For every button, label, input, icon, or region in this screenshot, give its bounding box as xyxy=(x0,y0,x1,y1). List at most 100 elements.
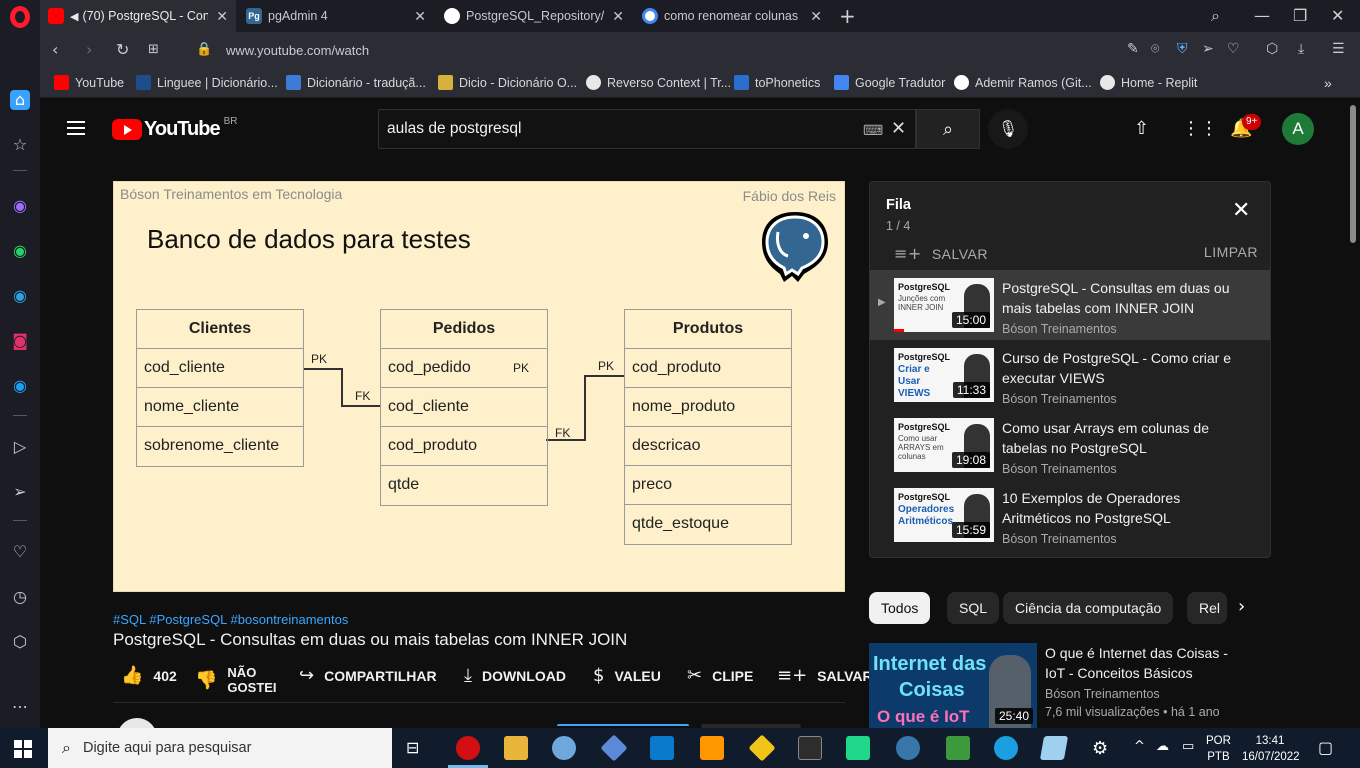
close-tab-icon[interactable]: ✕ xyxy=(612,8,624,25)
notifications-icon[interactable]: ▢ xyxy=(1318,738,1333,757)
edit-icon[interactable]: ✎ xyxy=(1127,41,1139,57)
share-button[interactable]: ↪ COMPARTILHAR xyxy=(299,665,437,686)
send-page-icon[interactable]: ➢ xyxy=(1202,41,1214,57)
more-icon[interactable]: ⋯ xyxy=(10,697,30,717)
paint-icon[interactable] xyxy=(552,736,576,760)
reload-icon[interactable]: ↻ xyxy=(116,40,129,59)
bookmark-dicionario[interactable]: Dicionário - traduçã... xyxy=(286,75,426,90)
queue-item[interactable]: ▶ PostgreSQL Junções com INNER JOIN 15:0… xyxy=(870,270,1270,340)
extensions-icon[interactable]: ⬡ xyxy=(10,632,30,652)
windows-start-icon[interactable] xyxy=(14,740,32,758)
queue-item[interactable]: PostgreSQL Criar e Usar VIEWS 11:33 Curs… xyxy=(870,340,1270,410)
opera-app-icon[interactable] xyxy=(456,736,480,760)
chip-sql[interactable]: SQL xyxy=(947,592,1000,624)
chip-todos[interactable]: Todos xyxy=(869,592,931,624)
extensions-box-icon[interactable]: ⬡ xyxy=(1266,41,1278,57)
tab-github[interactable]: PostgreSQL_Repository/aul ✕ xyxy=(436,0,632,32)
easy-setup-icon[interactable]: ☰ xyxy=(1332,41,1345,57)
send-icon[interactable]: ➢ xyxy=(10,482,30,502)
bookmark-dicio[interactable]: Dicio - Dicionário O... xyxy=(438,75,577,90)
language-indicator[interactable]: POR PTB xyxy=(1206,733,1231,765)
sublime-text-icon[interactable] xyxy=(700,736,724,760)
forward-icon[interactable]: › xyxy=(86,40,92,59)
clip-button[interactable]: ✂ CLIPE xyxy=(687,665,753,686)
vscode-icon[interactable] xyxy=(650,736,674,760)
search-button[interactable]: ⌕ xyxy=(916,109,980,149)
git-icon[interactable] xyxy=(748,734,776,762)
pycharm-icon[interactable] xyxy=(846,736,870,760)
chip-ciencia-computacao[interactable]: Ciência da computação xyxy=(1003,592,1174,624)
maximize-icon[interactable]: ❐ xyxy=(1293,6,1307,25)
bookmark-github[interactable]: Ademir Ramos (Git... xyxy=(954,75,1092,90)
nodejs-icon[interactable] xyxy=(946,736,970,760)
network-icon[interactable]: ☁ xyxy=(1156,739,1169,754)
like-button[interactable]: 👍 402 xyxy=(121,665,177,686)
new-tab-icon[interactable]: + xyxy=(839,4,856,28)
bookmark-linguee[interactable]: Linguee | Dicionário... xyxy=(136,75,278,90)
terminal-icon[interactable] xyxy=(798,736,822,760)
queue-save-button[interactable]: ≡+ SALVAR xyxy=(894,244,988,263)
close-tab-icon[interactable]: ✕ xyxy=(216,8,228,25)
more-bookmarks-icon[interactable]: » xyxy=(1324,75,1332,91)
bookmark-tophonetics[interactable]: toPhonetics xyxy=(734,75,820,90)
clear-search-icon[interactable]: ✕ xyxy=(891,118,906,139)
downloads-icon[interactable]: ⤓ xyxy=(1298,41,1304,57)
url-field[interactable]: www.youtube.com/watch xyxy=(226,43,369,58)
chevron-right-icon[interactable]: › xyxy=(1238,596,1245,617)
bookmark-youtube[interactable]: YouTube xyxy=(54,75,124,90)
recommended-video[interactable]: Internet das Coisas O que é IoT 25:40 O … xyxy=(869,643,1271,728)
twitter-icon[interactable]: ◉ xyxy=(10,376,30,396)
speed-dial-icon[interactable]: ⌂ xyxy=(10,90,30,110)
opera-logo-icon[interactable] xyxy=(10,6,30,28)
tabs-grid-icon[interactable]: ⊞ xyxy=(148,42,159,57)
keyboard-icon[interactable]: ⌨ xyxy=(863,122,883,139)
queue-clear-button[interactable]: LIMPAR xyxy=(1204,244,1258,260)
lock-icon[interactable]: 🔒 xyxy=(196,42,212,57)
bookmark-heart-icon[interactable]: ♡ xyxy=(1227,41,1240,57)
bookmark-google-tradutor[interactable]: Google Tradutor xyxy=(834,75,945,90)
tab-google[interactable]: como renomear colunas nc ✕ xyxy=(634,0,830,32)
close-window-icon[interactable]: ✕ xyxy=(1331,6,1344,25)
back-icon[interactable]: ‹ xyxy=(52,40,58,59)
whatsapp-icon[interactable]: ◉ xyxy=(10,241,30,261)
chip-partial[interactable]: Rel xyxy=(1187,592,1227,624)
search-tabs-icon[interactable]: ⌕ xyxy=(1211,6,1220,26)
tray-chevron-icon[interactable]: ^ xyxy=(1134,739,1145,754)
settings-gear-icon[interactable]: ⚙ xyxy=(1092,738,1108,759)
messenger-icon[interactable]: ◉ xyxy=(10,196,30,216)
voice-search-button[interactable]: 🎙 xyxy=(988,109,1028,149)
history-icon[interactable]: ◷ xyxy=(10,587,30,607)
clock[interactable]: 13:41 16/07/2022 xyxy=(1242,733,1300,765)
tab-youtube[interactable]: ◀ (70) PostgreSQL - Cons ✕ xyxy=(40,0,236,32)
video-player[interactable]: Bóson Treinamentos em Tecnologia Fábio d… xyxy=(113,181,845,592)
tab-pgadmin[interactable]: Pg pgAdmin 4 ✕ xyxy=(238,0,434,32)
dislike-button[interactable]: 👎 NÃO GOSTEI xyxy=(195,665,277,695)
thanks-button[interactable]: $ VALEU xyxy=(593,665,661,686)
close-queue-icon[interactable]: ✕ xyxy=(1232,200,1250,222)
app-diamond-icon[interactable] xyxy=(600,734,628,762)
page-scrollbar[interactable] xyxy=(1346,99,1360,728)
close-tab-icon[interactable]: ✕ xyxy=(810,8,822,25)
display-icon[interactable]: ▭ xyxy=(1182,739,1194,754)
queue-item[interactable]: PostgreSQL Como usar ARRAYS em colunas 1… xyxy=(870,410,1270,480)
upload-icon[interactable]: ⇧ xyxy=(1134,118,1149,139)
scrollbar-thumb[interactable] xyxy=(1350,105,1356,243)
player-icon[interactable]: ▷ xyxy=(10,437,30,457)
task-view-icon[interactable]: ⊟ xyxy=(406,738,419,757)
channel-avatar[interactable] xyxy=(117,718,157,728)
account-avatar[interactable]: A xyxy=(1282,113,1314,145)
close-tab-icon[interactable]: ✕ xyxy=(414,8,426,25)
camera-icon[interactable]: ⌾ xyxy=(1151,41,1159,57)
shield-icon[interactable]: ⛨ xyxy=(1177,41,1188,57)
queue-item[interactable]: PostgreSQL Operadores Aritméticos 15:59 … xyxy=(870,480,1270,550)
speaker-icon[interactable]: ◀ xyxy=(70,10,78,23)
instagram-icon[interactable]: ◙ xyxy=(10,331,30,351)
bookmark-reverso[interactable]: Reverso Context | Tr... xyxy=(586,75,731,90)
youtube-logo[interactable]: YouTube BR xyxy=(112,116,237,141)
taskbar-search[interactable]: ⌕ Digite aqui para pesquisar xyxy=(48,728,392,768)
minimize-icon[interactable]: — xyxy=(1254,6,1270,25)
apps-icon[interactable]: ⋮⋮ xyxy=(1182,118,1218,139)
bookmark-replit[interactable]: Home - Replit xyxy=(1100,75,1197,90)
video-hashtags[interactable]: #SQL #PostgreSQL #bosontreinamentos xyxy=(113,612,348,627)
python-icon[interactable] xyxy=(896,736,920,760)
